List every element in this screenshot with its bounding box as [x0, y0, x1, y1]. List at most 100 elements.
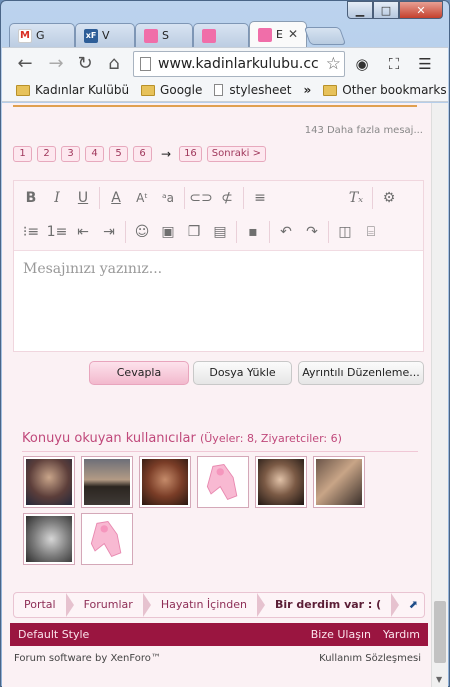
toolbar-separator [184, 187, 185, 209]
avatar[interactable] [23, 456, 75, 508]
bookmark-label: stylesheet [229, 83, 292, 97]
page-link-last[interactable]: 16 [179, 146, 202, 162]
page-link[interactable]: 3 [61, 146, 80, 162]
upload-file-button[interactable]: Dosya Yükle [193, 361, 292, 385]
font-size-icon[interactable]: Aᵗ [129, 186, 155, 210]
advanced-edit-button[interactable]: Ayrıntılı Düzenleme... [298, 361, 424, 385]
avatar[interactable] [81, 513, 133, 565]
toggle-bbcode-icon[interactable]: ◫ [332, 220, 358, 244]
image-icon[interactable]: ▣ [155, 220, 181, 244]
smilies-icon[interactable]: ☺ [129, 220, 155, 244]
reload-icon[interactable]: ↻ [74, 53, 96, 75]
indent-icon[interactable]: ⇥ [96, 220, 122, 244]
tab-site-1[interactable]: S [135, 23, 193, 47]
url-input[interactable] [158, 55, 324, 73]
code-icon[interactable]: ▤ [207, 220, 233, 244]
underline-icon[interactable]: U [70, 186, 96, 210]
bookmark-item[interactable]: Kadınlar Kulübü [16, 83, 129, 97]
viewers-heading: Konuyu okuyan kullanıcılar (Üyeler: 8, Z… [22, 431, 342, 446]
toolbar-separator [328, 221, 329, 243]
toolbar-separator [99, 187, 100, 209]
tab-site-2[interactable] [193, 23, 249, 47]
camera-icon[interactable]: ⌸ [358, 220, 384, 244]
avatar-image [26, 516, 72, 562]
page-link[interactable]: 5 [109, 146, 128, 162]
redo-icon[interactable]: ↷ [299, 220, 325, 244]
minimize-button[interactable]: ▁ [347, 1, 373, 19]
breadcrumb-item[interactable]: Hayatın İçinden [151, 593, 266, 617]
maximize-button[interactable]: □ [373, 1, 399, 19]
avatar[interactable] [139, 456, 191, 508]
align-icon[interactable]: ≡ [247, 186, 273, 210]
breadcrumb-item[interactable]: Portal [14, 593, 74, 617]
outdent-icon[interactable]: ⇤ [70, 220, 96, 244]
avatar[interactable] [313, 456, 365, 508]
tab-xenforo[interactable]: xF V [75, 23, 135, 47]
options-icon[interactable]: ⚙ [376, 186, 402, 210]
avatar[interactable] [23, 513, 75, 565]
menu-icon[interactable]: ☰ [415, 54, 435, 74]
fullscreen-icon[interactable]: ⛶ [384, 54, 404, 74]
media-icon[interactable]: ❒ [181, 220, 207, 244]
scrollbar-thumb[interactable] [434, 601, 446, 663]
terms-link[interactable]: Kullanım Sözleşmesi [319, 653, 421, 664]
back-icon[interactable]: ← [14, 53, 36, 75]
tab-active[interactable]: E ✕ [249, 21, 307, 47]
bulleted-list-icon[interactable]: ⁝≡ [18, 220, 44, 244]
toolbar-separator [243, 187, 244, 209]
vertical-scrollbar[interactable]: ▼ [431, 103, 448, 687]
help-link[interactable]: Yardım [383, 628, 420, 641]
next-page-button[interactable]: Sonraki > [206, 146, 266, 162]
other-bookmarks[interactable]: Other bookmarks [323, 83, 447, 97]
site-favicon [202, 28, 216, 43]
italic-icon[interactable]: I [44, 186, 70, 210]
link-icon[interactable]: ⊂⊃ [188, 186, 214, 210]
toolbar-separator [269, 221, 270, 243]
avatar[interactable] [197, 456, 249, 508]
more-messages-link[interactable]: 143 Daha fazla mesaj... [305, 125, 423, 136]
viewers-count: (Üyeler: 8, Ziyaretciler: 6) [199, 432, 342, 445]
new-tab-button[interactable] [303, 27, 347, 45]
save-draft-icon[interactable]: ▪ [240, 220, 266, 244]
bold-icon[interactable]: B [18, 186, 44, 210]
address-bar[interactable]: ☆ [133, 51, 345, 77]
numbered-list-icon[interactable]: 1≡ [44, 220, 70, 244]
avatar-image [84, 459, 130, 505]
page-link[interactable]: 6 [133, 146, 152, 162]
bookmark-star-icon[interactable]: ☆ [326, 54, 341, 74]
pagination-arrow: → [161, 147, 172, 161]
footer-bar: Default Style Bize Ulaşın Yardım [10, 623, 428, 646]
message-textarea[interactable]: Mesajınızı yazınız... [23, 261, 162, 277]
font-family-icon[interactable]: ᵃa [155, 186, 181, 210]
tab-gmail[interactable]: M G [9, 23, 75, 47]
breadcrumb-item[interactable]: Forumlar [74, 593, 152, 617]
page-link[interactable]: 1 [13, 146, 32, 162]
close-tab-icon[interactable]: ✕ [288, 27, 298, 41]
home-icon[interactable]: ⌂ [103, 53, 125, 75]
jump-to-top-icon[interactable]: ⬈ [409, 598, 418, 611]
bookmark-item[interactable]: Google [141, 83, 202, 97]
reply-button[interactable]: Cevapla [89, 361, 189, 385]
page-link[interactable]: 2 [37, 146, 56, 162]
bookmark-label: Kadınlar Kulübü [35, 83, 130, 97]
bookmarks-overflow-button[interactable]: » [303, 83, 311, 97]
extension-icon[interactable]: ◉ [352, 54, 372, 74]
viewers-title: Konuyu okuyan kullanıcılar [22, 431, 196, 446]
page-viewport: 143 Daha fazla mesaj... 1 2 3 4 5 6 → 16… [2, 103, 448, 687]
font-color-icon[interactable]: A [103, 186, 129, 210]
remove-format-icon[interactable]: Tₓ [343, 186, 369, 210]
scroll-down-icon[interactable]: ▼ [436, 675, 442, 684]
editor-toolbar-row-2: ⁝≡ 1≡ ⇤ ⇥ ☺ ▣ ❒ ▤ ▪ ↶ ↷ ◫ ⌸ [18, 218, 384, 246]
page-link[interactable]: 4 [85, 146, 104, 162]
avatar[interactable] [255, 456, 307, 508]
breadcrumb-current[interactable]: Bir derdim var : ( [265, 593, 400, 617]
contact-link[interactable]: Bize Ulaşın [311, 628, 371, 641]
style-chooser[interactable]: Default Style [18, 628, 89, 641]
unlink-icon[interactable]: ⊄ [214, 186, 240, 210]
close-window-button[interactable]: ✕ [399, 1, 443, 19]
bookmark-item[interactable]: stylesheet [214, 83, 291, 97]
copyright-text[interactable]: Forum software by XenForo™ [14, 653, 161, 664]
forward-icon[interactable]: → [45, 53, 67, 75]
undo-icon[interactable]: ↶ [273, 220, 299, 244]
avatar[interactable] [81, 456, 133, 508]
